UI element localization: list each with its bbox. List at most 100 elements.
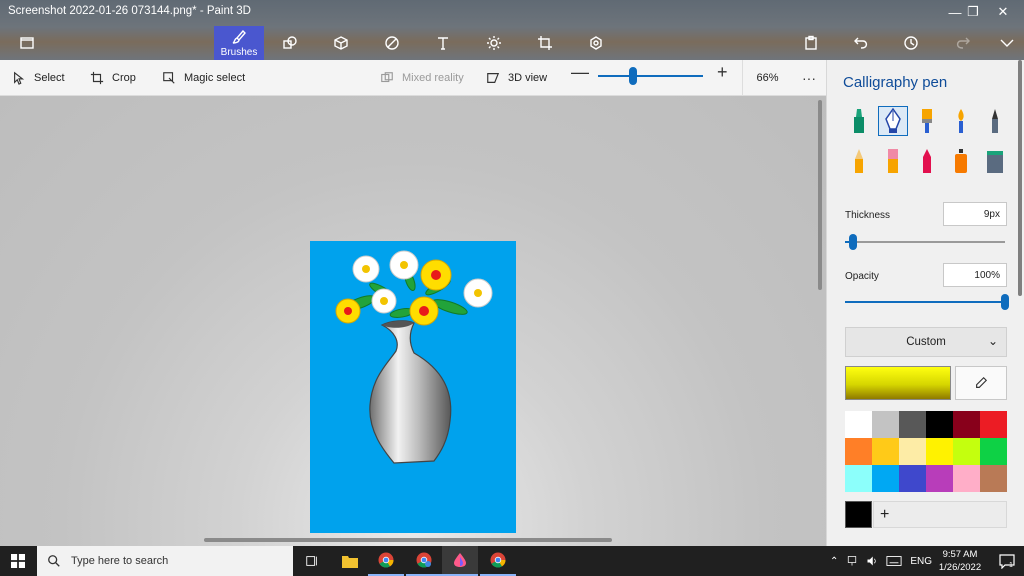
- network-icon[interactable]: [846, 555, 858, 567]
- opacity-input[interactable]: 100%: [943, 263, 1007, 287]
- zoom-slider-thumb[interactable]: [628, 67, 637, 85]
- undo-button[interactable]: [836, 26, 886, 60]
- thickness-slider[interactable]: [845, 241, 1005, 243]
- tab-3d-library[interactable]: [571, 26, 621, 60]
- zoom-out-button[interactable]: —: [571, 62, 589, 83]
- tab-2d-shapes[interactable]: [265, 26, 315, 60]
- more-options-button[interactable]: ···: [792, 60, 826, 96]
- task-view-button[interactable]: [294, 546, 330, 576]
- thickness-thumb[interactable]: [849, 234, 857, 250]
- vertical-scrollbar[interactable]: [818, 100, 822, 290]
- palette-swatch[interactable]: [899, 465, 926, 492]
- palette-swatch[interactable]: [953, 465, 980, 492]
- tool-bar: Select Crop Magic select Mixed reality 3…: [0, 60, 826, 96]
- paint-3d-button[interactable]: [442, 546, 478, 576]
- palette-swatch[interactable]: [845, 411, 872, 438]
- undo-icon: [854, 37, 868, 49]
- thickness-input[interactable]: 9px: [943, 202, 1007, 226]
- custom-color-swatch[interactable]: [845, 501, 872, 528]
- add-color-button[interactable]: +: [873, 501, 1007, 528]
- current-color-swatch[interactable]: [845, 366, 951, 400]
- paint-3d-icon: [454, 553, 466, 567]
- palette-swatch[interactable]: [926, 438, 953, 465]
- horizontal-scrollbar[interactable]: [204, 538, 612, 542]
- brush-fill[interactable]: [980, 146, 1010, 176]
- eyedropper-button[interactable]: [955, 366, 1007, 400]
- palette-swatch[interactable]: [953, 438, 980, 465]
- mixed-reality-tool[interactable]: Mixed reality: [380, 60, 464, 96]
- chevron-up-icon[interactable]: ⌃: [830, 556, 838, 567]
- crayon-icon: [923, 149, 931, 173]
- brush-calligraphy-pen[interactable]: [878, 106, 908, 136]
- language-indicator[interactable]: ENG: [910, 556, 932, 567]
- crop-icon: [90, 71, 104, 85]
- tab-canvas[interactable]: [520, 26, 570, 60]
- close-button[interactable]: ✕: [980, 0, 1024, 24]
- palette-swatch[interactable]: [872, 438, 899, 465]
- palette-swatch[interactable]: [872, 465, 899, 492]
- thickness-label: Thickness: [845, 210, 891, 221]
- taskbar-search[interactable]: Type here to search: [37, 546, 293, 576]
- flower-vase-drawing: [335, 250, 493, 464]
- palette-swatch[interactable]: [953, 411, 980, 438]
- zoom-slider[interactable]: [598, 75, 703, 77]
- keyboard-icon[interactable]: [886, 555, 902, 567]
- menu-button[interactable]: [2, 26, 52, 60]
- windows-icon: [11, 554, 25, 568]
- 2d-shapes-icon: [283, 36, 297, 49]
- drawing-canvas[interactable]: [310, 241, 516, 533]
- zoom-in-button[interactable]: +: [717, 62, 728, 83]
- chrome-profile-button[interactable]: [406, 546, 442, 576]
- chrome-button-2[interactable]: [480, 546, 516, 576]
- notifications-button[interactable]: 1: [990, 546, 1024, 576]
- cursor-icon: [14, 71, 25, 85]
- palette-swatch[interactable]: [926, 411, 953, 438]
- palette-swatch[interactable]: [899, 411, 926, 438]
- canvas-icon: [538, 36, 552, 50]
- 3d-view-label: 3D view: [508, 72, 548, 84]
- brush-oil[interactable]: [912, 106, 942, 136]
- panel-scrollbar[interactable]: [1018, 60, 1022, 296]
- chrome-profile-icon: [416, 552, 432, 568]
- system-tray: ⌃ ENG: [830, 546, 932, 576]
- expand-button[interactable]: [982, 26, 1024, 60]
- zoom-value[interactable]: 66%: [742, 60, 792, 96]
- brush-crayon[interactable]: [912, 146, 942, 176]
- redo-button[interactable]: [938, 26, 988, 60]
- volume-icon[interactable]: [866, 555, 878, 567]
- brush-eraser[interactable]: [878, 146, 908, 176]
- palette-swatch[interactable]: [926, 465, 953, 492]
- tab-brushes[interactable]: Brushes: [214, 26, 264, 60]
- tab-effects[interactable]: [469, 26, 519, 60]
- taskbar-clock[interactable]: 9:57 AM 1/26/2022: [932, 548, 988, 574]
- mixed-reality-label: Mixed reality: [402, 72, 464, 84]
- tab-text[interactable]: [418, 26, 468, 60]
- palette-swatch[interactable]: [845, 438, 872, 465]
- brush-pixel-pen[interactable]: [980, 106, 1010, 136]
- palette-swatch[interactable]: [980, 438, 1007, 465]
- chrome-button[interactable]: [368, 546, 404, 576]
- menu-icon: [20, 37, 34, 49]
- select-tool[interactable]: Select: [12, 60, 65, 96]
- tab-3d-shapes[interactable]: [316, 26, 366, 60]
- palette-swatch[interactable]: [980, 465, 1007, 492]
- history-button[interactable]: [886, 26, 936, 60]
- 3d-view-toggle[interactable]: 3D view: [486, 60, 547, 96]
- brush-pencil[interactable]: [844, 146, 874, 176]
- brush-spray-can[interactable]: [946, 146, 976, 176]
- file-explorer-button[interactable]: [332, 546, 368, 576]
- paste-button[interactable]: [786, 26, 836, 60]
- opacity-slider[interactable]: [845, 301, 1005, 303]
- magic-select-tool[interactable]: Magic select: [162, 60, 245, 96]
- opacity-thumb[interactable]: [1001, 294, 1009, 310]
- brush-watercolor[interactable]: [946, 106, 976, 136]
- brush-marker[interactable]: [844, 106, 874, 136]
- palette-swatch[interactable]: [845, 465, 872, 492]
- palette-swatch[interactable]: [872, 411, 899, 438]
- palette-swatch[interactable]: [899, 438, 926, 465]
- tab-stickers[interactable]: [367, 26, 417, 60]
- crop-tool[interactable]: Crop: [90, 60, 136, 96]
- color-mode-dropdown[interactable]: Custom ⌄: [845, 327, 1007, 357]
- palette-swatch[interactable]: [980, 411, 1007, 438]
- start-button[interactable]: [0, 546, 36, 576]
